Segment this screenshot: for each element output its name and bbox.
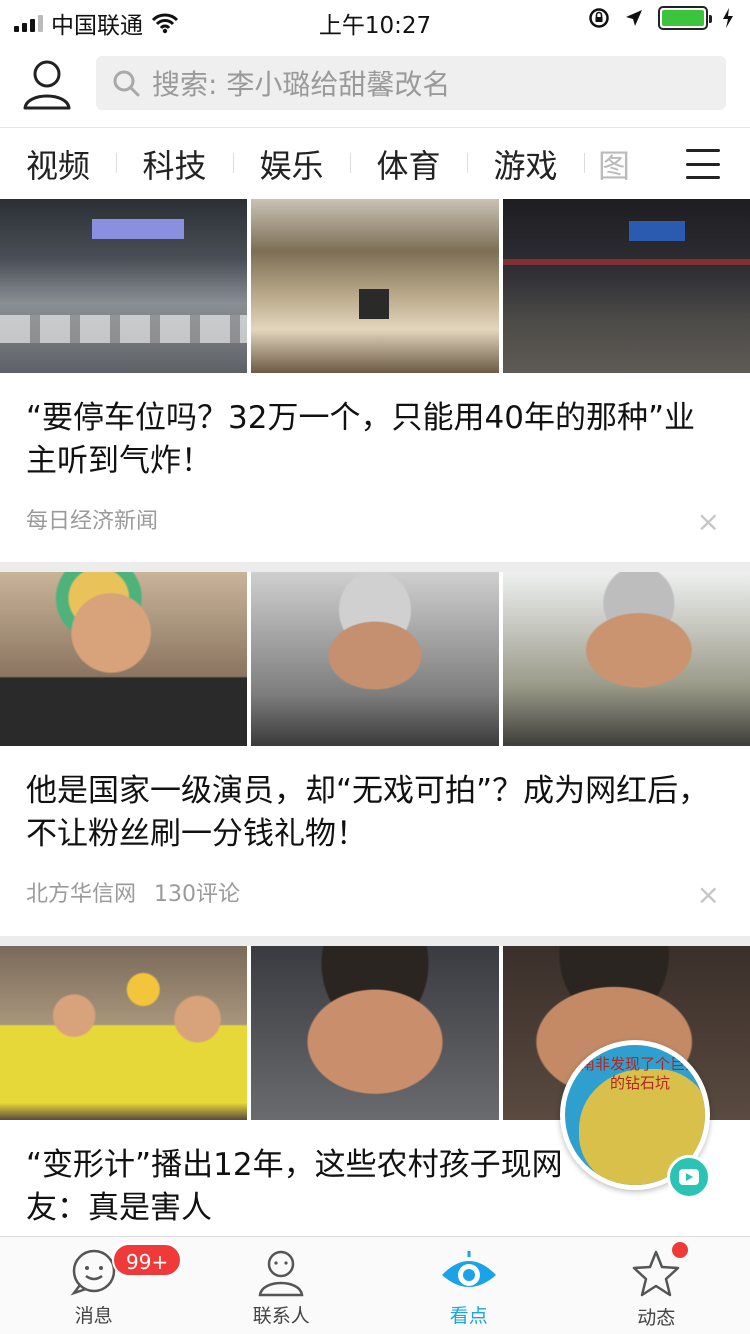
boy-crying-image bbox=[251, 946, 499, 1120]
tab-label: 看点 bbox=[449, 1305, 488, 1327]
play-icon[interactable] bbox=[667, 1155, 711, 1199]
tab-watch[interactable]: 看点 bbox=[375, 1237, 563, 1334]
news-card[interactable]: 他是国家一级演员，却“无戏可拍”？成为网红后，不让粉丝刷一分钱礼物！ 北方华信网… bbox=[0, 572, 750, 936]
news-card[interactable]: “要停车位吗？32万一个，只能用40年的那种”业主听到气炸！ 每日经济新闻 × bbox=[0, 199, 750, 562]
tab-video[interactable]: 视频 bbox=[0, 141, 116, 187]
tab-moments[interactable]: 动态 bbox=[563, 1237, 750, 1334]
rotation-lock-icon bbox=[589, 8, 609, 28]
dismiss-icon[interactable]: × bbox=[697, 505, 720, 538]
tab-entertainment[interactable]: 娱乐 bbox=[233, 141, 350, 187]
divider bbox=[0, 936, 750, 946]
video-caption: 南非发现了个巨大的钻石坑 bbox=[579, 1055, 700, 1092]
battery-icon bbox=[658, 6, 712, 30]
person-icon bbox=[258, 1250, 304, 1297]
charging-icon bbox=[723, 8, 733, 28]
profile-icon[interactable] bbox=[22, 58, 72, 110]
comment-count: 130评论 bbox=[154, 882, 241, 907]
tab-pictures[interactable]: 图 bbox=[584, 141, 644, 187]
tab-label: 消息 bbox=[74, 1305, 113, 1327]
eye-icon bbox=[441, 1251, 496, 1287]
top-header: 搜索: 李小璐给甜馨改名 bbox=[0, 40, 750, 128]
tab-label: 联系人 bbox=[252, 1305, 310, 1327]
search-bar[interactable]: 搜索: 李小璐给甜馨改名 bbox=[96, 56, 726, 110]
dismiss-icon[interactable]: × bbox=[697, 878, 720, 911]
unread-badge: 99+ bbox=[112, 1243, 183, 1277]
notification-dot bbox=[672, 1242, 688, 1258]
search-icon bbox=[113, 70, 140, 97]
tab-messages[interactable]: 消息 99+ bbox=[0, 1237, 188, 1334]
location-icon bbox=[626, 10, 642, 26]
tab-label: 动态 bbox=[637, 1307, 676, 1329]
news-source: 每日经济新闻 bbox=[26, 509, 159, 534]
news-source: 北方华信网 bbox=[26, 882, 137, 907]
parking-exit-image bbox=[502, 199, 750, 373]
tab-contacts[interactable]: 联系人 bbox=[188, 1237, 376, 1334]
actor-talking-image bbox=[251, 572, 499, 746]
parking-lot-image bbox=[251, 199, 499, 373]
category-tabs: 视频 科技 娱乐 体育 游戏 图 bbox=[0, 129, 750, 199]
menu-icon[interactable] bbox=[686, 149, 720, 179]
actor-closeup-image bbox=[502, 572, 750, 746]
divider bbox=[0, 562, 750, 572]
tab-games[interactable]: 游戏 bbox=[467, 141, 584, 187]
bottom-tab-bar: 消息 99+ 联系人 看点 动态 bbox=[0, 1236, 750, 1334]
status-bar: 中国联通 上午10:27 bbox=[0, 0, 750, 40]
tab-tech[interactable]: 科技 bbox=[116, 141, 233, 187]
search-placeholder: 搜索: 李小璐给甜馨改名 bbox=[152, 68, 451, 101]
tab-sports[interactable]: 体育 bbox=[350, 141, 467, 187]
news-title[interactable]: “要停车位吗？32万一个，只能用40年的那种”业主听到气炸！ bbox=[0, 373, 750, 483]
parking-garage-image bbox=[0, 199, 248, 373]
family-photo-image bbox=[0, 946, 248, 1120]
news-title[interactable]: 他是国家一级演员，却“无戏可拍”？成为网红后，不让粉丝刷一分钱礼物！ bbox=[0, 746, 750, 856]
actor-portrait-image bbox=[0, 572, 248, 746]
